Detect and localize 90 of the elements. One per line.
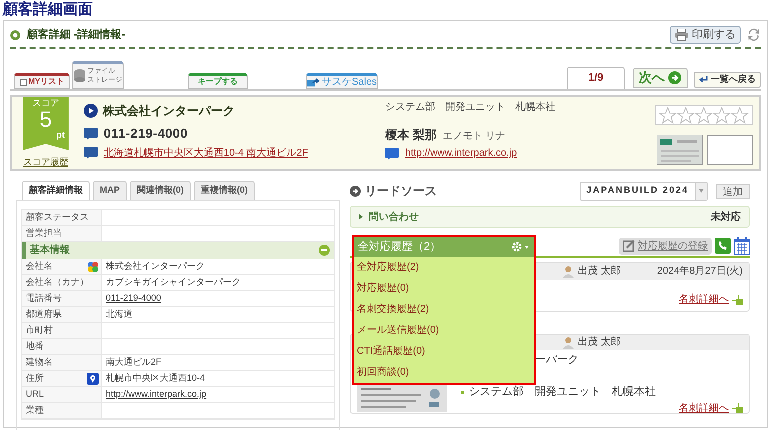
star-icon[interactable]	[713, 106, 731, 124]
page-title: 顧客詳細画面	[2, 0, 94, 20]
field-label: 顧客ステータス	[26, 210, 89, 224]
department: システム部 開発ユニット 札幌本社	[385, 100, 556, 115]
user-icon	[563, 266, 574, 278]
detail-tab[interactable]: 顧客詳細情報	[22, 181, 90, 200]
field-value: カブシキガイシャインターパーク	[106, 276, 241, 289]
menu-item[interactable]: 全対応履歴(2)	[354, 257, 534, 278]
bullet-icon	[10, 30, 21, 40]
person-kana: エノモト リナ	[442, 130, 506, 144]
company-fragment: ーパーク	[535, 353, 580, 368]
database-icon	[74, 69, 86, 83]
menu-item[interactable]: 名刺交換履歴(2)	[354, 299, 534, 320]
field-label: 会社名（カナ）	[26, 276, 89, 289]
field-value: 株式会社インターパーク	[106, 260, 205, 273]
department: システム部 開発ユニット 札幌本社	[469, 384, 656, 400]
colorful-logo-icon	[87, 260, 99, 272]
add-button[interactable]: 追加	[716, 184, 750, 198]
collapse-icon[interactable]	[319, 245, 330, 256]
inquiry-status: 未対応	[711, 210, 741, 224]
field-link[interactable]: 011-219-4000	[106, 292, 162, 306]
menu-item[interactable]: 対応履歴(0)	[354, 278, 534, 299]
play-icon	[84, 104, 98, 118]
edit-icon	[623, 240, 635, 252]
gear-icon	[512, 242, 530, 252]
menu-item[interactable]: メール送信履歴(0)	[354, 320, 534, 341]
field-label: 住所	[26, 372, 44, 385]
menu-item[interactable]: 初回商談(0)	[354, 362, 534, 383]
field-label: 会社名	[26, 260, 53, 273]
menu-item[interactable]: CTI通話履歴(0)	[354, 341, 534, 362]
printer-icon	[675, 29, 689, 41]
field-label: 地番	[26, 340, 44, 353]
score-value: 5	[40, 109, 52, 131]
top-tab[interactable]: MYリスト	[14, 73, 70, 89]
detail-tab[interactable]: 関連情報(0)	[130, 181, 191, 200]
refresh-icon[interactable]	[747, 28, 761, 42]
windows-icon[interactable]	[732, 294, 743, 304]
website-link[interactable]: http://www.interpark.co.jp	[405, 146, 518, 161]
star-icon[interactable]	[731, 106, 749, 124]
expand-arrow-icon	[359, 214, 363, 220]
star-icon[interactable]	[695, 106, 713, 124]
field-label: 都道府県	[26, 308, 62, 321]
next-button[interactable]: 次へ	[633, 68, 688, 88]
back-button[interactable]: 一覧へ戻る	[694, 72, 761, 88]
history-date: 2024年8月27日(火)	[657, 264, 743, 279]
arrow-icon	[307, 78, 320, 86]
card-detail-link[interactable]: 名刺詳細へ	[679, 400, 729, 416]
event-dropdown[interactable]: JAPANBUILD 2024	[580, 182, 708, 200]
arrow-right-icon	[350, 186, 361, 196]
bullet-icon	[461, 390, 464, 394]
field-link[interactable]: http://www.interpark.co.jp	[106, 388, 207, 402]
detail-tab[interactable]: 重複情報(0)	[194, 181, 255, 200]
person-name: 榎本 梨那	[385, 127, 437, 144]
field-value: 札幌市中央区大通西10-4	[106, 372, 206, 385]
inquiry-bar[interactable]: 問い合わせ 未対応	[350, 206, 750, 228]
company-name: 株式会社インターパーク	[102, 103, 235, 120]
field-label: 営業担当	[26, 226, 62, 240]
field-value: 北海道	[106, 308, 133, 321]
user-name: 出茂 太郎	[578, 336, 621, 350]
score-history-link[interactable]: スコア履歴	[23, 156, 68, 169]
star-icon[interactable]	[677, 106, 695, 124]
inquiry-label: 問い合わせ	[369, 210, 420, 224]
section-title: 顧客詳細 -詳細情報-	[27, 28, 126, 43]
field-label: 電話番号	[26, 292, 62, 305]
field-label: 市町村	[26, 324, 53, 337]
phone-icon[interactable]	[715, 238, 731, 254]
section-header: 基本情報	[22, 242, 334, 259]
caret-icon[interactable]	[699, 189, 704, 193]
user-icon	[563, 336, 574, 348]
field-label: 業種	[26, 404, 44, 417]
return-arrow-icon	[699, 76, 708, 84]
score-unit: pt	[56, 131, 65, 140]
star-icon[interactable]	[659, 106, 677, 124]
page-tab[interactable]: 1/9	[567, 67, 625, 89]
print-button[interactable]: 印刷する	[670, 26, 741, 44]
section-title: リードソース	[365, 183, 437, 200]
field-label: URL	[26, 388, 44, 401]
empty-card-slot	[707, 135, 753, 165]
user-name: 出茂 太郎	[578, 264, 621, 279]
field-value: 南大通ビル2F	[106, 356, 162, 369]
field-label: 建物名	[26, 356, 53, 369]
windows-icon[interactable]	[732, 403, 743, 413]
detail-tab[interactable]: MAP	[93, 181, 127, 200]
score-label: スコア	[32, 99, 60, 108]
calendar-icon[interactable]	[734, 237, 750, 255]
arrow-right-icon	[668, 71, 682, 85]
card-detail-link[interactable]: 名刺詳細へ	[679, 292, 729, 307]
phone-number: 011-219-4000	[104, 125, 188, 144]
checkbox[interactable]	[20, 78, 26, 86]
address-link[interactable]: 北海道札幌市中央区大通西10-4 南大通ビル2F	[104, 146, 308, 160]
